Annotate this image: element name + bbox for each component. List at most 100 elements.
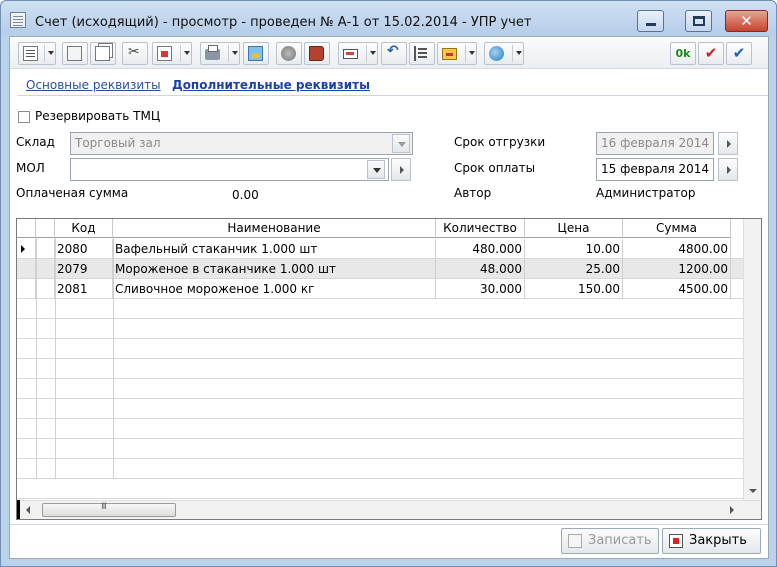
scroll-right-icon[interactable] [730,506,734,514]
document-app-icon [10,12,26,28]
table-row-empty[interactable] [17,479,761,499]
structure-icon [414,46,429,61]
minimize-icon [646,23,656,26]
briefcase-menu-button[interactable] [437,42,477,65]
pay-date-value: 15 февраля 2014 [601,162,710,176]
footer-divider [10,524,768,525]
grid-edge-marker [17,500,20,519]
export-menu-button[interactable] [152,42,192,65]
close-icon: ✕ [740,12,753,30]
close-button-label: Закрыть [689,533,747,548]
confirm-check-button[interactable]: ✔ [726,42,752,65]
column-header-quantity[interactable]: Количество [436,219,525,238]
table-row-empty[interactable] [17,399,761,419]
exit-icon [669,534,683,548]
warehouse-label: Склад [16,135,55,149]
table-row-empty[interactable] [17,419,761,439]
table-row-empty[interactable] [17,459,761,479]
book-button[interactable] [304,42,330,65]
horizontal-scroll-thumb[interactable] [42,502,176,517]
minimize-button[interactable] [637,10,664,32]
maximize-button[interactable] [685,10,712,32]
row-marker-header [17,219,36,238]
table-row-empty[interactable] [17,379,761,399]
table-row[interactable]: 2080 Вафельный стаканчик 1.000 шт 480.00… [17,239,761,259]
save-button-label: Записать [588,533,652,548]
image-button[interactable] [243,42,269,65]
scroll-left-icon[interactable] [26,506,30,514]
table-cell-extra [36,279,55,299]
chevron-down-icon [48,51,54,55]
table-row-empty[interactable] [17,439,761,459]
post-check-button[interactable]: ✔ [698,42,724,65]
image-icon [248,46,263,61]
mol-field[interactable] [70,158,389,181]
chevron-down-icon [232,51,238,55]
tab-additional-details[interactable]: Дополнительные реквизиты [172,78,370,92]
table-cell-quantity: 30.000 [436,279,525,299]
items-table[interactable]: Код Наименование Количество Цена Сумма 2… [16,218,762,520]
table-cell-extra [36,239,55,259]
table-row[interactable]: 2079 Мороженое в стаканчике 1.000 шт 48.… [17,259,761,279]
table-cell-marker [17,239,36,259]
export-icon [157,46,172,61]
horizontal-scrollbar[interactable] [17,500,761,519]
brain-icon [281,46,296,61]
table-cell-sum: 4800.00 [623,239,731,259]
close-button[interactable]: Закрыть [662,528,761,554]
document-window: Счет (исходящий) - просмотр - проведен №… [0,0,777,567]
column-header-code[interactable]: Код [55,219,113,238]
card-icon [343,49,358,59]
title-bar[interactable]: Счет (исходящий) - просмотр - проведен №… [1,1,776,35]
close-window-button[interactable]: ✕ [725,10,768,32]
print-menu-button[interactable] [200,42,240,65]
pay-date-picker-button[interactable] [718,158,738,181]
paid-amount-value: 0.00 [232,188,259,202]
pay-date-field[interactable]: 15 февраля 2014 [596,158,714,181]
table-row[interactable]: 2081 Сливочное мороженое 1.000 кг 30.000… [17,279,761,299]
table-row-empty[interactable] [17,319,761,339]
table-row-empty[interactable] [17,339,761,359]
brain-button[interactable] [276,42,302,65]
card-menu-button[interactable] [338,42,378,65]
table-row-empty[interactable] [17,299,761,319]
ship-date-picker-button[interactable] [718,132,738,155]
undo-icon [386,43,401,61]
table-row-empty[interactable] [17,359,761,379]
vertical-scrollbar[interactable] [743,219,761,500]
scroll-down-icon[interactable] [749,489,757,493]
ship-date-field: 16 февраля 2014 [596,132,714,155]
author-label: Автор [454,186,492,200]
column-header-sum[interactable]: Сумма [623,219,731,238]
tab-main-details[interactable]: Основные реквизиты [26,78,161,92]
mol-select-button[interactable] [391,158,411,181]
author-value: Администратор [596,186,696,200]
reserve-checkbox[interactable] [18,111,30,123]
warehouse-value: Торговый зал [75,136,161,150]
extra-header [36,219,55,238]
column-divider [36,238,37,479]
tab-divider [18,95,768,96]
cut-button[interactable] [122,42,148,65]
copy-button[interactable] [90,42,116,65]
ship-date-value: 16 февраля 2014 [601,136,710,150]
globe-icon [489,46,504,61]
warehouse-field: Торговый зал [70,132,413,155]
list-menu-button[interactable] [18,42,56,65]
globe-menu-button[interactable] [484,42,524,65]
mol-dropdown-button[interactable] [367,160,385,179]
window-title: Счет (исходящий) - просмотр - проведен №… [35,15,532,30]
structure-button[interactable] [409,42,435,65]
undo-button[interactable] [381,42,407,65]
ok-button[interactable]: 0k [670,42,696,65]
column-header-price[interactable]: Цена [525,219,623,238]
table-cell-price: 25.00 [525,259,623,279]
chevron-down-icon [184,51,190,55]
document-icon [67,46,82,61]
save-button: Записать [561,528,659,554]
table-cell-code: 2079 [55,259,113,279]
column-header-name[interactable]: Наименование [113,219,436,238]
briefcase-icon [442,48,457,60]
document-button[interactable] [62,42,88,65]
mol-label: МОЛ [16,161,45,175]
